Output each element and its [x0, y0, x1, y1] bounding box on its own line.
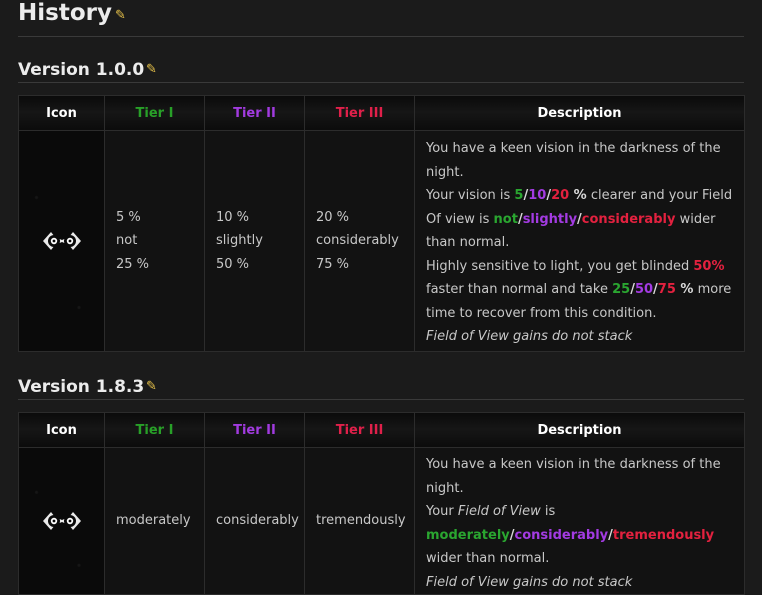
- col-tier-1: Tier I: [104, 412, 205, 448]
- col-description: Description: [414, 95, 745, 131]
- tier-1-cell: moderately: [104, 447, 205, 595]
- tier-1-fov: not: [116, 233, 138, 249]
- version-title: Version 1.0.0: [18, 60, 145, 80]
- desc-light: Highly sensitive to light, you get blind…: [426, 258, 732, 321]
- desc-note: Field of View gains do not stack: [426, 574, 633, 590]
- perk-icon-cell: [18, 130, 105, 352]
- history-header: History ✎: [18, 0, 744, 37]
- desc-intro: You have a keen vision in the darkness o…: [426, 141, 721, 180]
- perk-icon-cell: [18, 447, 105, 595]
- desc-fov: Your Field of View is moderately/conside…: [426, 504, 715, 566]
- pencil-icon[interactable]: ✎: [146, 62, 157, 77]
- tier-1-cell: 5 % not 25 %: [104, 130, 205, 352]
- col-tier-3: Tier III: [304, 412, 415, 448]
- description-cell: You have a keen vision in the darkness o…: [414, 447, 745, 595]
- tier-2-vision: 10 %: [216, 209, 250, 225]
- desc-vision: Your vision is 5/10/20 % clearer and you…: [426, 188, 733, 250]
- tier-2-cell: considerably: [204, 447, 305, 595]
- owl-eyes-icon: [42, 512, 81, 530]
- tier-2-recovery: 50 %: [216, 256, 250, 272]
- perk-table: Icon Tier I Tier II Tier III Description…: [18, 95, 745, 352]
- tier-3-cell: tremendously: [304, 447, 415, 595]
- perk-table: Icon Tier I Tier II Tier III Description…: [18, 412, 745, 595]
- table-row: moderately considerably tremendously You…: [18, 447, 745, 595]
- tier-1-vision: 5 %: [116, 209, 141, 225]
- col-description: Description: [414, 412, 745, 448]
- tier-2-fov: slightly: [216, 233, 263, 249]
- tier-3-vision: 20 %: [316, 209, 350, 225]
- version-header: Version 1.0.0 ✎: [18, 60, 744, 83]
- table-row: 5 % not 25 % 10 % slightly 50 % 20 % con…: [18, 130, 745, 352]
- owl-eyes-icon: [42, 232, 81, 250]
- version-header: Version 1.8.3 ✎: [18, 377, 744, 400]
- col-icon: Icon: [18, 412, 105, 448]
- history-title: History: [18, 0, 112, 26]
- pencil-icon[interactable]: ✎: [115, 8, 126, 23]
- table-header-row: Icon Tier I Tier II Tier III Description: [18, 95, 745, 131]
- version-title: Version 1.8.3: [18, 377, 145, 397]
- col-tier-2: Tier II: [204, 412, 305, 448]
- tier-3-recovery: 75 %: [316, 256, 350, 272]
- pencil-icon[interactable]: ✎: [146, 379, 157, 394]
- tier-3-cell: 20 % considerably 75 %: [304, 130, 415, 352]
- tier-1-recovery: 25 %: [116, 256, 150, 272]
- desc-note: Field of View gains do not stack: [426, 329, 633, 344]
- col-icon: Icon: [18, 95, 105, 131]
- desc-intro: You have a keen vision in the darkness o…: [426, 457, 721, 496]
- table-header-row: Icon Tier I Tier II Tier III Description: [18, 412, 745, 448]
- col-tier-3: Tier III: [304, 95, 415, 131]
- description-cell: You have a keen vision in the darkness o…: [414, 130, 745, 352]
- tier-2-cell: 10 % slightly 50 %: [204, 130, 305, 352]
- tier-3-fov: considerably: [316, 233, 399, 249]
- col-tier-1: Tier I: [104, 95, 205, 131]
- col-tier-2: Tier II: [204, 95, 305, 131]
